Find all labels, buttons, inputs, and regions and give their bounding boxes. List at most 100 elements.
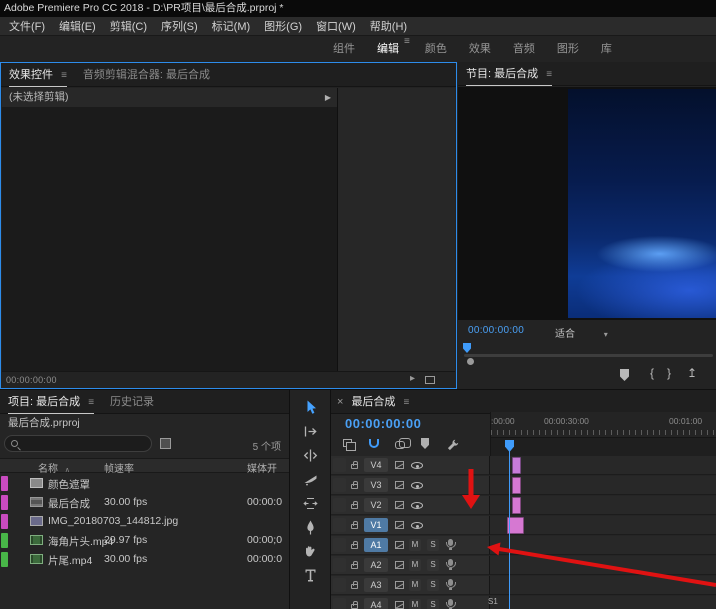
menu-clip[interactable]: 剪辑(C) [103, 18, 154, 34]
zoom-level-select[interactable]: 适合 ▾ [555, 325, 608, 340]
track-target-button[interactable]: V3 [364, 478, 388, 492]
tab-effect-controls[interactable]: 效果控件 ≡ [9, 63, 67, 87]
track-target-button[interactable]: V2 [364, 498, 388, 512]
panel-menu-icon[interactable]: ≡ [546, 69, 552, 80]
tab-audio-clip-mixer[interactable]: 音频剪辑混合器: 最后合成 [83, 63, 210, 87]
tab-program-monitor[interactable]: 节目: 最后合成 ≡ [466, 62, 552, 86]
source-patch-button[interactable] [333, 538, 346, 552]
work-area-bar[interactable] [490, 438, 716, 456]
voice-over-record-icon[interactable] [448, 559, 453, 566]
mute-button[interactable]: M [409, 599, 421, 609]
track-target-button[interactable]: A3 [364, 578, 388, 592]
add-marker-icon[interactable] [620, 369, 629, 381]
sync-lock-icon[interactable] [395, 481, 404, 489]
track-lock-icon[interactable] [351, 564, 358, 569]
project-item-row[interactable]: IMG_20180703_144812.jpg [0, 512, 289, 531]
label-color-swatch[interactable] [1, 514, 8, 529]
track-lane-v4[interactable] [490, 456, 716, 475]
sync-lock-icon[interactable] [395, 521, 404, 529]
toggle-track-output-icon[interactable] [411, 482, 423, 489]
track-lane-a3[interactable] [490, 576, 716, 595]
timeline-clip-v3[interactable] [512, 477, 521, 494]
source-patch-button[interactable] [333, 498, 346, 512]
menu-graphics[interactable]: 图形(G) [257, 18, 309, 34]
timeline-clip-v4[interactable] [512, 457, 521, 474]
lift-icon[interactable]: ↥ [687, 366, 697, 380]
voice-over-record-icon[interactable] [448, 579, 453, 586]
menu-sequence[interactable]: 序列(S) [154, 18, 205, 34]
column-name[interactable]: 名称 ∧ [38, 460, 70, 475]
mark-out-icon[interactable]: } [667, 366, 671, 380]
panel-menu-icon[interactable]: ≡ [61, 70, 67, 81]
menu-help[interactable]: 帮助(H) [363, 18, 414, 34]
tab-sequence[interactable]: 最后合成 ≡ [351, 390, 409, 414]
track-lock-icon[interactable] [351, 504, 358, 509]
menu-file[interactable]: 文件(F) [2, 18, 52, 34]
menu-edit[interactable]: 编辑(E) [52, 18, 103, 34]
workspace-tab-color[interactable]: 颜色 [414, 36, 458, 62]
track-target-button[interactable]: V4 [364, 458, 388, 472]
track-lock-icon[interactable] [351, 584, 358, 589]
label-color-swatch[interactable] [1, 533, 8, 548]
source-patch-button[interactable] [333, 518, 346, 532]
tab-project[interactable]: 项目: 最后合成 ≡ [8, 390, 94, 414]
hand-tool[interactable] [298, 544, 322, 559]
timeline-clip-v2[interactable] [512, 497, 521, 514]
track-lock-icon[interactable] [351, 484, 358, 489]
track-lane-v3[interactable] [490, 476, 716, 495]
solo-button[interactable]: S [427, 579, 439, 591]
nest-insert-icon[interactable] [343, 439, 352, 447]
project-item-row[interactable]: 海角片头.mp429.97 fps00:00;0 [0, 531, 289, 550]
mute-button[interactable]: M [409, 579, 421, 591]
sync-lock-icon[interactable] [395, 581, 404, 589]
chevron-right-icon[interactable]: ▶ [325, 88, 331, 107]
source-patch-button[interactable] [333, 458, 346, 472]
time-ruler[interactable]: :00:0000:00:30:0000:01:00 [490, 412, 716, 438]
selection-tool[interactable] [298, 400, 322, 415]
sync-lock-icon[interactable] [395, 561, 404, 569]
track-lock-icon[interactable] [351, 524, 358, 529]
play-icon[interactable]: ▸ [410, 373, 415, 384]
track-lane-a2[interactable] [490, 556, 716, 575]
solo-button[interactable]: S [427, 559, 439, 571]
track-lock-icon[interactable] [351, 464, 358, 469]
solo-button[interactable]: S [427, 599, 439, 609]
source-patch-button[interactable] [333, 558, 346, 572]
project-item-row[interactable]: 颜色遮罩 [0, 474, 289, 493]
workspace-tab-effects[interactable]: 效果 [458, 36, 502, 62]
source-patch-button[interactable] [333, 578, 346, 592]
label-color-swatch[interactable] [1, 495, 8, 510]
voice-over-record-icon[interactable] [448, 539, 453, 546]
workspace-tab-libraries[interactable]: 库 [590, 36, 623, 62]
linked-selection-icon[interactable] [395, 441, 405, 449]
tab-history[interactable]: 历史记录 [110, 390, 154, 414]
close-panel-icon[interactable]: × [335, 396, 345, 408]
add-marker-icon[interactable] [421, 438, 429, 449]
source-patch-button[interactable] [333, 478, 346, 492]
export-frame-icon[interactable] [425, 376, 435, 384]
source-patch-button[interactable] [333, 598, 346, 609]
slip-tool[interactable] [298, 496, 322, 511]
track-lane-a1[interactable] [490, 536, 716, 555]
track-target-button[interactable]: A2 [364, 558, 388, 572]
panel-menu-icon[interactable]: ≡ [404, 397, 410, 408]
toggle-track-output-icon[interactable] [411, 522, 423, 529]
column-media-start[interactable]: 媒体开 [247, 460, 277, 475]
column-frame-rate[interactable]: 帧速率 [104, 460, 134, 475]
track-target-button[interactable]: V1 [364, 518, 388, 532]
label-color-swatch[interactable] [1, 476, 8, 491]
sync-lock-icon[interactable] [395, 601, 404, 609]
menu-markers[interactable]: 标记(M) [205, 18, 258, 34]
snap-magnet-icon[interactable] [369, 439, 379, 448]
track-lock-icon[interactable] [351, 544, 358, 549]
project-item-row[interactable]: 片尾.mp430.00 fps00:00:0 [0, 550, 289, 569]
sync-lock-icon[interactable] [395, 541, 404, 549]
workspace-tab-graphics[interactable]: 图形 [546, 36, 590, 62]
program-scrubber[interactable] [464, 354, 713, 357]
track-target-button[interactable]: A1 [364, 538, 388, 552]
playhead-line[interactable] [509, 442, 510, 609]
track-target-button[interactable]: A4 [364, 598, 388, 609]
pen-tool[interactable] [298, 520, 322, 535]
ripple-edit-tool[interactable] [298, 448, 322, 463]
menu-window[interactable]: 窗口(W) [309, 18, 363, 34]
